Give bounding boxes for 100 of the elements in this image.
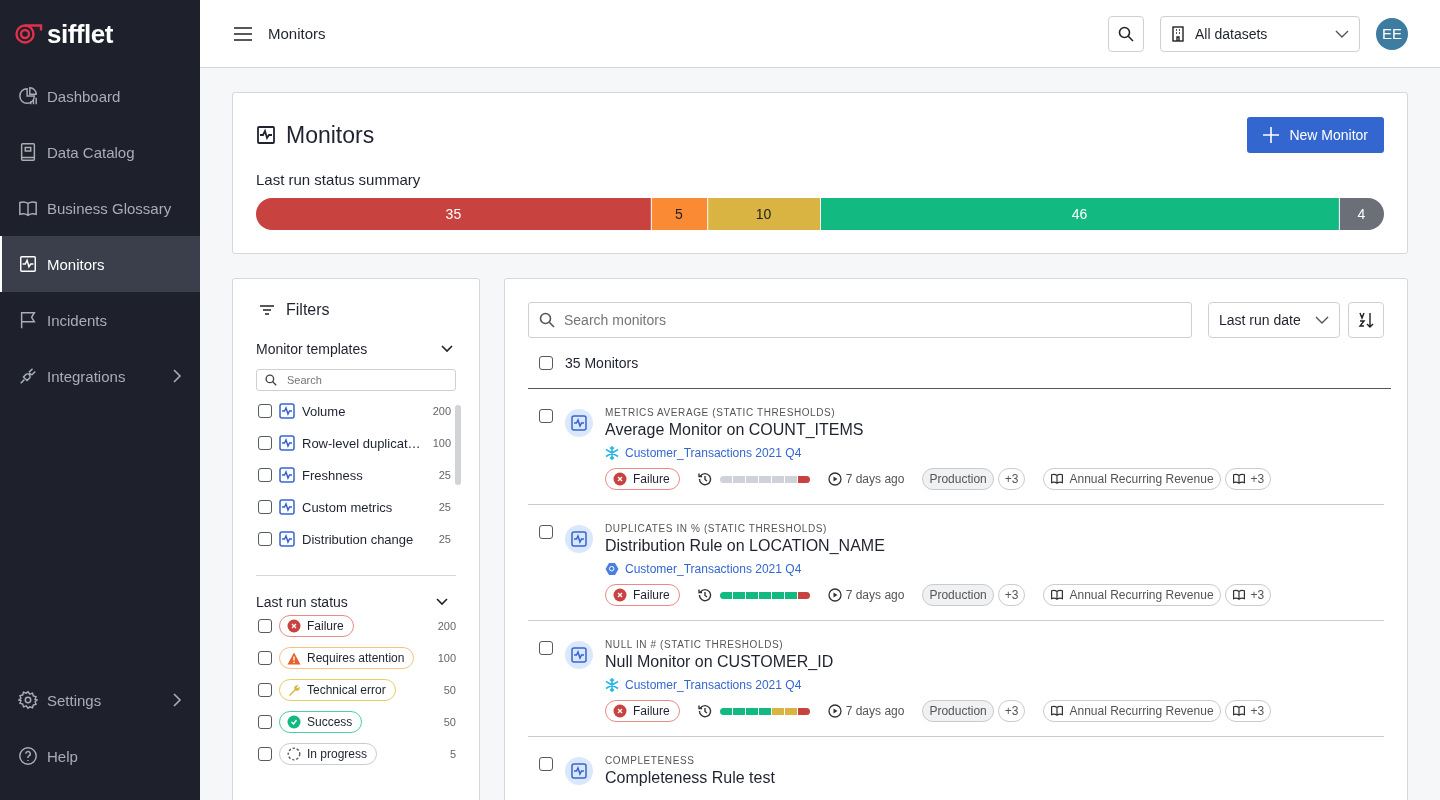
sidebar-item[interactable]: Dashboard	[0, 68, 200, 124]
monitor-title[interactable]: Completeness Rule test	[605, 769, 775, 787]
tag[interactable]: Production	[922, 468, 994, 490]
filter-count: 50	[443, 684, 456, 696]
filter-option[interactable]: Freshness	[302, 467, 432, 483]
check-icon	[287, 715, 301, 729]
checkbox[interactable]	[539, 409, 553, 423]
user-avatar[interactable]: EE	[1376, 17, 1408, 50]
filter-option[interactable]: Row-level duplicat…	[302, 435, 426, 451]
monitor-icon	[565, 409, 593, 437]
run-history-segment[interactable]	[758, 707, 771, 715]
monitor-title[interactable]: Null Monitor on CUSTOMER_ID	[605, 653, 1272, 671]
run-history-segment[interactable]	[784, 707, 797, 715]
logo-text: sifflet	[47, 18, 113, 50]
run-history-segment[interactable]	[719, 707, 732, 715]
search-field[interactable]: Search monitors	[528, 302, 1192, 338]
filter-count: 100	[437, 652, 456, 664]
checkbox[interactable]	[258, 747, 272, 761]
dataset-link[interactable]: Customer_Transactions 2021 Q4	[625, 678, 802, 692]
filter-count: 50	[443, 716, 456, 728]
sidebar-item[interactable]: Settings	[0, 672, 200, 728]
dashed-circle-icon	[287, 747, 301, 761]
open-book-icon	[18, 198, 38, 218]
activity-icon	[279, 435, 295, 451]
filter-option[interactable]: Custom metrics	[302, 499, 432, 515]
sidebar-item[interactable]: Data Catalog	[0, 124, 200, 180]
section-toggle[interactable]: Last run status	[256, 575, 456, 610]
run-history-segment[interactable]	[745, 707, 758, 715]
checkbox[interactable]	[258, 404, 272, 418]
sidebar-item[interactable]: Business Glossary	[0, 180, 200, 236]
sidebar-item[interactable]: Integrations	[0, 348, 200, 404]
checkbox[interactable]	[539, 641, 553, 655]
last-run-time: 7 days ago	[845, 704, 905, 718]
book-icon	[1231, 473, 1246, 485]
filter-count: 5	[449, 748, 456, 760]
play-icon	[827, 704, 842, 718]
building-icon	[1171, 25, 1185, 42]
checkbox[interactable]	[539, 757, 553, 771]
sidebar-item[interactable]: Help	[0, 728, 200, 784]
section-toggle[interactable]: Monitor templates	[256, 341, 461, 357]
checkbox[interactable]	[258, 619, 272, 633]
checkbox[interactable]	[258, 500, 272, 514]
run-history-segment[interactable]	[771, 591, 784, 599]
run-history-segment[interactable]	[797, 591, 810, 599]
activity-icon	[279, 499, 295, 515]
menu-icon[interactable]	[234, 26, 252, 41]
run-history-segment[interactable]	[771, 707, 784, 715]
wrench-icon	[287, 683, 301, 697]
sidebar-item[interactable]: Incidents	[0, 292, 200, 348]
monitor-icon	[565, 641, 593, 669]
checkbox[interactable]	[258, 683, 272, 697]
checkbox[interactable]	[539, 525, 553, 539]
checkbox[interactable]	[258, 651, 272, 665]
checkbox[interactable]	[258, 715, 272, 729]
book-icon	[1231, 705, 1246, 717]
run-history-segment[interactable]	[745, 591, 758, 599]
history-icon	[697, 588, 712, 602]
checkbox[interactable]	[258, 436, 272, 450]
chart-bar[interactable]	[1339, 198, 1384, 230]
sort-select[interactable]: Last run date	[1208, 302, 1340, 338]
checkbox[interactable]	[539, 356, 553, 370]
run-history-segment[interactable]	[758, 591, 771, 599]
new-monitor-button[interactable]: New Monitor	[1247, 117, 1384, 153]
monitor-title[interactable]: Distribution Rule on LOCATION_NAME	[605, 537, 1272, 555]
search-field[interactable]: Search	[256, 369, 456, 391]
run-history-segment[interactable]	[797, 707, 810, 715]
chevron-down-icon	[1335, 29, 1349, 38]
sort-order-button[interactable]	[1348, 302, 1384, 338]
history-icon	[697, 472, 712, 486]
chart-bar[interactable]	[651, 198, 708, 230]
run-history-segment[interactable]	[732, 707, 745, 715]
data-label: 4	[1357, 206, 1366, 222]
filter-option[interactable]: Distribution change	[302, 531, 432, 547]
filter-option[interactable]: Volume	[302, 403, 426, 419]
dataset-link[interactable]: Customer_Transactions 2021 Q4	[625, 562, 802, 576]
monitor-title[interactable]: Average Monitor on COUNT_ITEMS	[605, 421, 1272, 439]
sidebar-item[interactable]: Monitors	[0, 236, 200, 292]
run-history-segment[interactable]	[784, 591, 797, 599]
monitor-count: 35 Monitors	[565, 355, 639, 371]
chart-title: Last run status summary	[256, 171, 422, 188]
run-history-segment[interactable]	[797, 475, 810, 483]
checkbox[interactable]	[258, 468, 272, 482]
filter-count: 100	[432, 437, 451, 449]
tag[interactable]: Production	[922, 584, 994, 606]
tag[interactable]: Production	[922, 700, 994, 722]
book-icon	[18, 142, 38, 162]
data-label: 35	[445, 206, 462, 222]
checkbox[interactable]	[258, 532, 272, 546]
search-button[interactable]	[1108, 15, 1144, 52]
run-history-segment[interactable]	[719, 591, 732, 599]
filter-count: 25	[438, 501, 451, 513]
history-icon	[697, 704, 712, 718]
dataset-link[interactable]: Customer_Transactions 2021 Q4	[625, 446, 802, 460]
activity-icon	[279, 403, 295, 419]
scrollbar[interactable]	[455, 405, 461, 485]
book-icon	[1050, 473, 1065, 485]
run-history-segment[interactable]	[732, 591, 745, 599]
dataset-select[interactable]: All datasets	[1160, 15, 1360, 52]
search-icon	[1118, 25, 1134, 42]
error-icon	[613, 472, 627, 486]
